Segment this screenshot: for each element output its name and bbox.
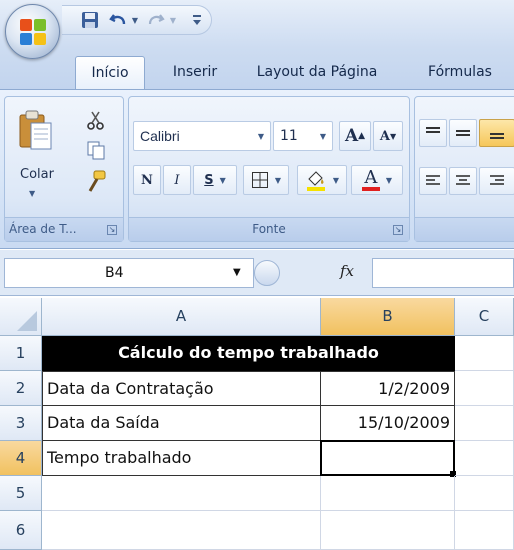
align-top-icon[interactable] bbox=[419, 119, 447, 147]
column-header-b[interactable]: B bbox=[321, 298, 455, 336]
quick-access-toolbar: ▼ ▼ bbox=[62, 5, 212, 35]
cell-a6[interactable] bbox=[42, 511, 321, 550]
cell-c3[interactable] bbox=[455, 406, 514, 441]
borders-button[interactable]: ▼ bbox=[243, 165, 289, 195]
font-size-value: 11 bbox=[280, 128, 298, 144]
cell-c4[interactable] bbox=[455, 441, 514, 476]
font-family-dropdown-icon[interactable]: ▼ bbox=[258, 132, 264, 141]
align-center-icon[interactable] bbox=[449, 167, 477, 195]
font-group-title: Fonte bbox=[129, 217, 409, 241]
clipboard-group: Colar ▼ Área de T... ↘ bbox=[4, 96, 124, 242]
row-header-6[interactable]: 6 bbox=[0, 511, 42, 550]
row-header-2[interactable]: 2 bbox=[0, 371, 42, 406]
paste-dropdown-icon[interactable]: ▼ bbox=[29, 189, 35, 198]
font-family-select[interactable]: Calibri ▼ bbox=[133, 121, 271, 151]
redo-icon[interactable] bbox=[146, 10, 166, 30]
cell-b3[interactable]: 15/10/2009 bbox=[320, 405, 455, 441]
name-box-value: B4 bbox=[105, 265, 124, 281]
format-painter-icon[interactable] bbox=[85, 169, 107, 195]
tab-inicio[interactable]: Início bbox=[75, 56, 145, 90]
shrink-font-button[interactable]: A ▼ bbox=[373, 121, 403, 151]
undo-icon[interactable] bbox=[108, 10, 128, 30]
tab-layout-da-pagina[interactable]: Layout da Página bbox=[252, 56, 382, 90]
formula-input[interactable] bbox=[372, 258, 514, 288]
alignment-group bbox=[414, 96, 514, 242]
save-icon[interactable] bbox=[80, 10, 100, 30]
formula-bar: B4 ▼ fx bbox=[0, 250, 514, 296]
font-size-dropdown-icon[interactable]: ▼ bbox=[320, 132, 326, 141]
font-color-button[interactable]: A ▼ bbox=[351, 165, 403, 195]
font-family-value: Calibri bbox=[140, 128, 180, 144]
ribbon-tabs: Início Inserir Layout da Página Fórmulas bbox=[0, 48, 514, 90]
row-header-5[interactable]: 5 bbox=[0, 476, 42, 511]
customize-qat-icon[interactable] bbox=[190, 10, 204, 30]
worksheet-grid: A B C 1 2 3 4 5 6 Cálculo do tempo traba… bbox=[0, 298, 514, 550]
title-bar: ▼ ▼ bbox=[0, 0, 514, 59]
tab-inserir[interactable]: Inserir bbox=[160, 56, 230, 90]
bold-button[interactable]: N bbox=[133, 165, 161, 195]
name-box-dropdown-icon[interactable]: ▼ bbox=[233, 267, 241, 278]
font-size-select[interactable]: 11 ▼ bbox=[273, 121, 333, 151]
font-group: Calibri ▼ 11 ▼ A ▲ A ▼ N I S ▼ ▼ ▼ A ▼ Font… bbox=[128, 96, 410, 242]
align-right-icon[interactable] bbox=[479, 167, 514, 195]
cell-b4-active[interactable] bbox=[320, 440, 455, 476]
formula-bar-grip-icon[interactable] bbox=[254, 260, 280, 286]
fill-color-button[interactable]: ▼ bbox=[297, 165, 347, 195]
column-header-a[interactable]: A bbox=[42, 298, 321, 336]
undo-dropdown-icon[interactable]: ▼ bbox=[130, 10, 140, 30]
tab-formulas[interactable]: Fórmulas bbox=[420, 56, 500, 90]
cell-c2[interactable] bbox=[455, 371, 514, 406]
insert-function-icon[interactable]: fx bbox=[340, 262, 354, 280]
copy-icon[interactable] bbox=[85, 139, 107, 161]
fill-bucket-icon bbox=[306, 171, 325, 191]
align-bottom-icon[interactable] bbox=[479, 119, 514, 147]
paste-label[interactable]: Colar bbox=[15, 167, 59, 182]
ribbon: Colar ▼ Área de T... ↘ Calibri ▼ 11 ▼ A ▲… bbox=[0, 89, 514, 249]
alignment-group-title bbox=[415, 217, 514, 241]
font-color-swatch bbox=[361, 187, 380, 191]
cut-icon[interactable] bbox=[85, 109, 107, 131]
clipboard-group-title: Área de T... bbox=[5, 217, 123, 241]
grow-font-button[interactable]: A ▲ bbox=[339, 121, 371, 151]
cell-a4[interactable]: Tempo trabalhado bbox=[42, 440, 321, 476]
cell-c6[interactable] bbox=[455, 511, 514, 550]
row-header-1[interactable]: 1 bbox=[0, 336, 42, 371]
paste-icon[interactable] bbox=[17, 109, 55, 153]
name-box[interactable]: B4 ▼ bbox=[4, 258, 254, 288]
cell-a3[interactable]: Data da Saída bbox=[42, 405, 321, 441]
font-launcher-icon[interactable]: ↘ bbox=[393, 225, 403, 235]
redo-dropdown-icon[interactable]: ▼ bbox=[168, 10, 178, 30]
select-all-corner[interactable] bbox=[0, 298, 42, 336]
cell-c1[interactable] bbox=[455, 336, 514, 371]
cell-a5[interactable] bbox=[42, 476, 321, 511]
office-button[interactable] bbox=[5, 4, 60, 59]
column-header-c[interactable]: C bbox=[455, 298, 514, 336]
row-header-3[interactable]: 3 bbox=[0, 406, 42, 441]
align-middle-icon[interactable] bbox=[449, 119, 477, 147]
clipboard-launcher-icon[interactable]: ↘ bbox=[107, 225, 117, 235]
title-cell[interactable]: Cálculo do tempo trabalhado bbox=[42, 336, 455, 371]
row-header-4[interactable]: 4 bbox=[0, 441, 42, 476]
cell-b5[interactable] bbox=[321, 476, 455, 511]
cell-c5[interactable] bbox=[455, 476, 514, 511]
align-left-icon[interactable] bbox=[419, 167, 447, 195]
underline-button[interactable]: S ▼ bbox=[193, 165, 237, 195]
office-logo-icon bbox=[20, 19, 46, 45]
cell-a2[interactable]: Data da Contratação bbox=[42, 371, 321, 406]
cell-b2[interactable]: 1/2/2009 bbox=[320, 371, 455, 406]
cell-b6[interactable] bbox=[321, 511, 455, 550]
italic-button[interactable]: I bbox=[163, 165, 191, 195]
borders-icon bbox=[251, 172, 268, 188]
